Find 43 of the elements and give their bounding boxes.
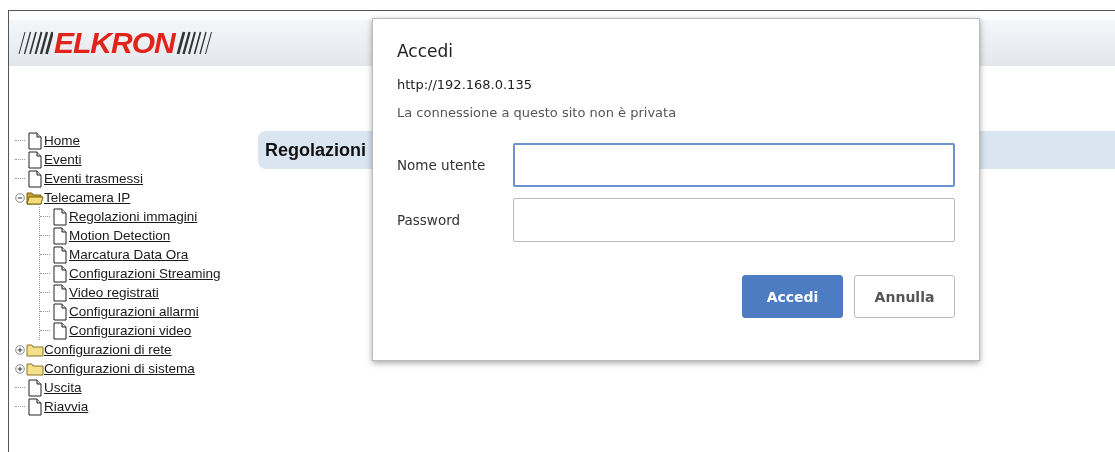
document-icon	[26, 150, 44, 169]
document-icon	[51, 264, 69, 283]
tree-link[interactable]: Configurazioni di rete	[44, 342, 172, 357]
logo: ELKRON	[54, 28, 175, 58]
document-icon	[26, 131, 44, 150]
field-label: Password	[397, 212, 462, 228]
input-field[interactable]	[512, 198, 955, 242]
tree-link[interactable]: Configurazioni video	[69, 323, 192, 338]
expand-icon[interactable]	[15, 363, 25, 374]
dialog-title: Accedi	[397, 41, 453, 61]
tree-link[interactable]: Eventi	[44, 152, 82, 167]
stripes-icon	[175, 30, 212, 56]
cancel-button[interactable]: Annulla	[854, 275, 955, 318]
tree-link[interactable]: Configurazioni di sistema	[44, 361, 195, 376]
field-label: Nome utente	[397, 157, 487, 173]
document-icon	[51, 226, 69, 245]
tree-link[interactable]: Video registrati	[69, 285, 159, 300]
tree-link[interactable]: Telecamera IP	[44, 190, 131, 205]
document-icon	[51, 321, 69, 340]
stripes-icon	[17, 30, 53, 56]
document-icon	[51, 283, 69, 302]
document-icon	[51, 207, 69, 226]
tree-link[interactable]: Uscita	[44, 380, 82, 395]
collapse-icon[interactable]	[15, 192, 25, 203]
document-icon	[26, 169, 44, 188]
tree-link[interactable]: Configurazioni Streaming	[69, 266, 221, 281]
document-icon	[26, 378, 44, 397]
page-heading: Regolazioni	[265, 139, 366, 161]
tree-link[interactable]: Riavvia	[44, 399, 89, 414]
document-icon	[51, 245, 69, 264]
expand-icon[interactable]	[15, 344, 25, 355]
tree-link[interactable]: Home	[44, 133, 80, 148]
privacy-notice: La connessione a questo sito non è privata	[397, 105, 677, 120]
site-url: http://192.168.0.135	[397, 77, 532, 92]
tree-link[interactable]: Regolazioni immagini	[69, 209, 198, 224]
login-button[interactable]: Accedi	[742, 275, 843, 318]
tree-link[interactable]: Marcatura Data Ora	[69, 247, 189, 262]
tree-link[interactable]: Motion Detection	[69, 228, 171, 243]
tree-link[interactable]: Configurazioni allarmi	[69, 304, 199, 319]
tree-link[interactable]: Eventi trasmessi	[44, 171, 144, 186]
document-icon	[51, 302, 69, 321]
input-field[interactable]	[512, 143, 955, 187]
document-icon	[26, 397, 44, 416]
